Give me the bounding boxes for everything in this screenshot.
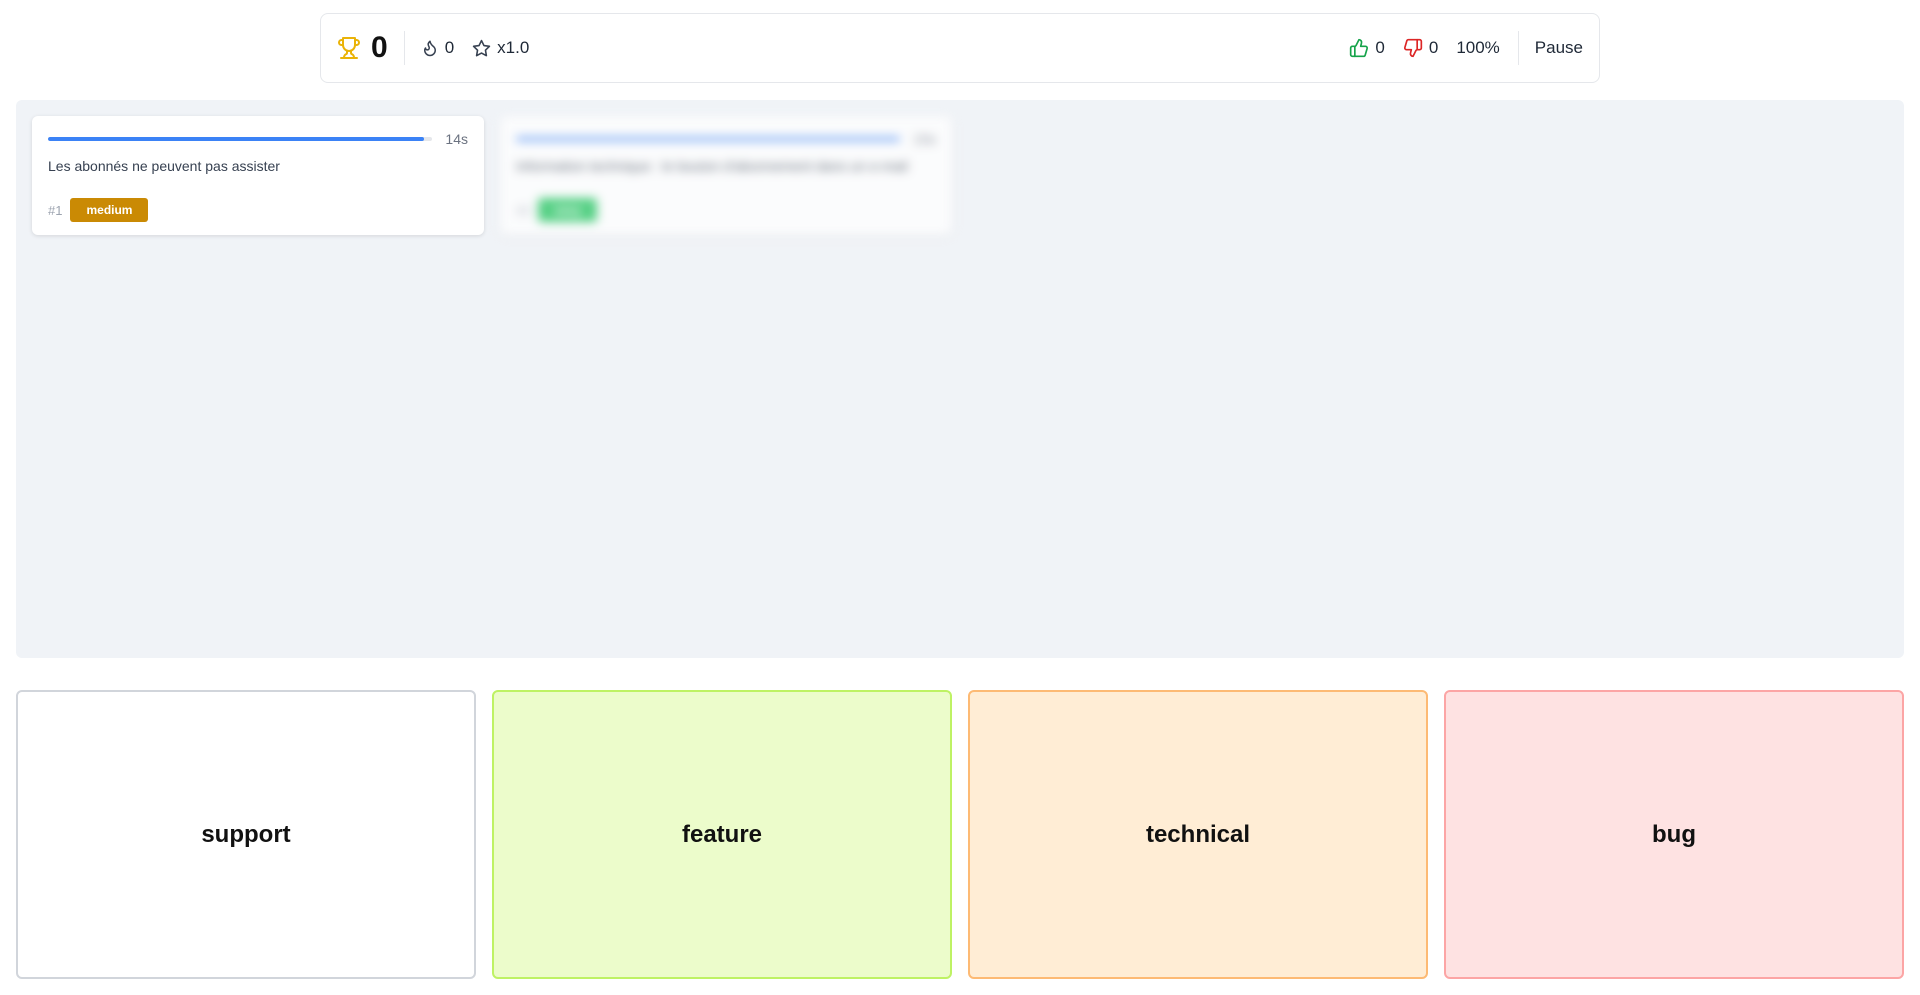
bucket-label: feature — [681, 820, 763, 848]
wrong-stat: 0 — [1403, 38, 1438, 58]
ticket-text: Les abonnés ne peuvent pas assister — [48, 158, 280, 174]
accuracy-stat: 100% — [1456, 38, 1499, 58]
difficulty-badge: medium — [70, 198, 149, 222]
pause-button[interactable]: Pause — [1517, 31, 1583, 65]
wrong-value: 0 — [1428, 38, 1439, 57]
bucket-feature[interactable]: feature — [492, 690, 952, 979]
bucket-technical[interactable]: technical — [968, 690, 1428, 979]
multiplier-stat: x1.0 — [472, 38, 529, 58]
difficulty-badge: easy — [538, 198, 598, 222]
multiplier-value: x1.0 — [497, 38, 530, 57]
flame-icon — [421, 39, 439, 57]
timer-text: 14s — [445, 131, 468, 147]
thumbs-down-icon — [1403, 38, 1423, 58]
correct-stat: 0 — [1349, 38, 1385, 58]
score-group: 0 — [337, 31, 405, 65]
bucket-bug[interactable]: bug — [1444, 690, 1904, 979]
ticket-card[interactable]: 14s Les abonnés ne peuvent pas assister … — [32, 116, 484, 235]
timer-bar — [516, 137, 900, 141]
thumbs-up-icon — [1349, 38, 1369, 58]
trophy-icon — [337, 36, 361, 60]
timer-bar — [48, 137, 432, 141]
ticket-queue: 14s Les abonnés ne peuvent pas assister … — [16, 100, 1904, 658]
ticket-text: Information technique : le bouton d'abon… — [516, 158, 908, 174]
ticket-id: #2 — [516, 202, 531, 218]
ticket-card-next: 15s Information technique : le bouton d'… — [500, 116, 952, 235]
bucket-label: technical — [1145, 820, 1251, 848]
bucket-label: support — [201, 820, 291, 848]
bucket-label: bug — [1652, 820, 1696, 848]
score-bar: 0 0 x1.0 0 0 100% Pause — [320, 13, 1600, 83]
timer-fill — [48, 137, 425, 141]
timer-text: 15s — [913, 131, 936, 147]
streak-value: 0 — [444, 38, 455, 57]
star-icon — [472, 39, 491, 58]
streak-stat: 0 — [421, 38, 454, 58]
ticket-id: #1 — [48, 202, 63, 218]
correct-value: 0 — [1375, 38, 1385, 57]
timer-fill — [516, 137, 900, 141]
score-value: 0 — [371, 31, 388, 64]
accuracy-value: 100% — [1456, 38, 1500, 57]
bucket-support[interactable]: support — [16, 690, 476, 979]
